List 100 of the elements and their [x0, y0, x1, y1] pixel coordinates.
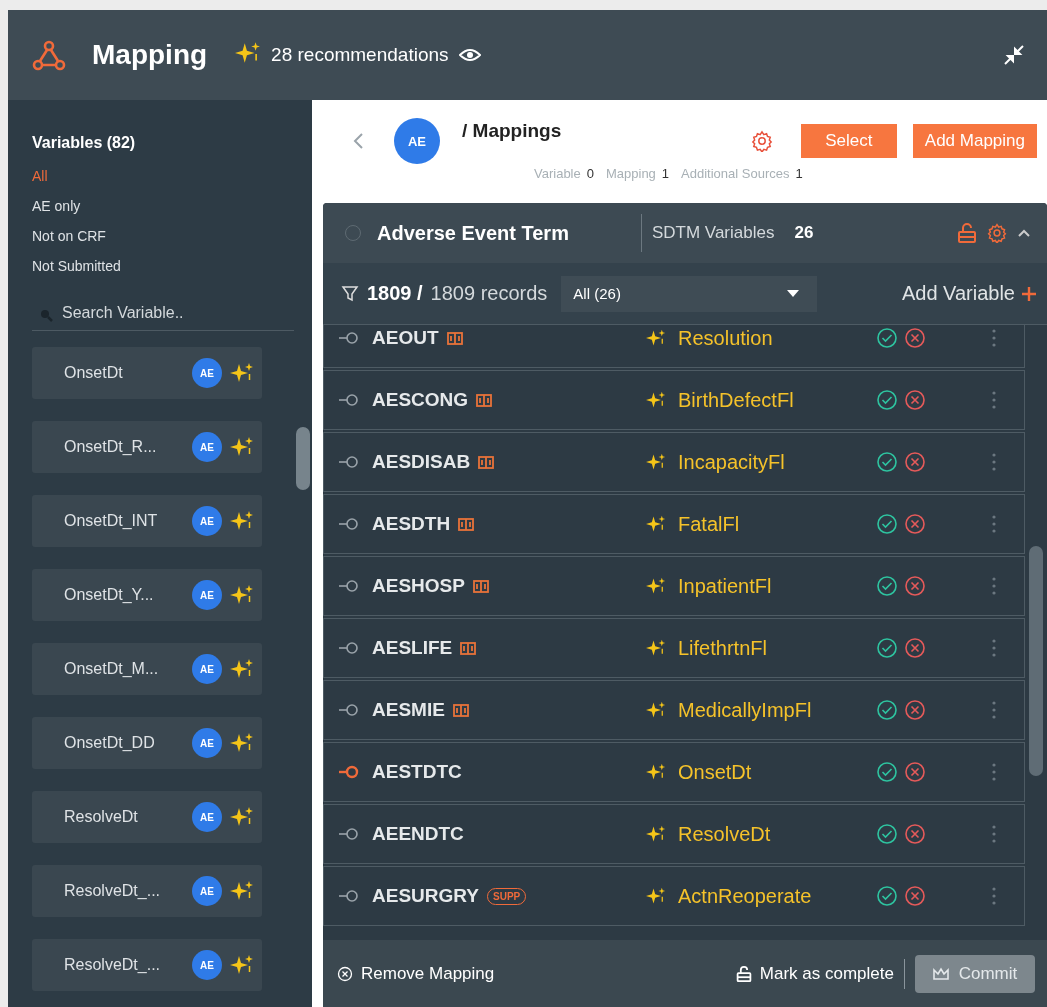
domain-badge: AE [192, 802, 222, 832]
accept-icon[interactable] [876, 637, 898, 659]
more-icon[interactable] [992, 763, 996, 781]
breadcrumb: / Mappings [462, 120, 562, 142]
source-variable: AESMIE [372, 699, 445, 721]
unlock-icon [735, 964, 752, 983]
reject-icon[interactable] [904, 885, 926, 907]
more-icon[interactable] [992, 515, 996, 533]
mapping-row[interactable]: AESDISAB IncapacityFl [323, 432, 1025, 492]
domain-badge: AE [192, 728, 222, 758]
accept-icon[interactable] [876, 823, 898, 845]
domain-badge: AE [192, 580, 222, 610]
source-variable: AESHOSP [372, 575, 465, 597]
filter-option[interactable]: AE only [32, 198, 312, 214]
stat-value: 0 [586, 166, 594, 181]
domain-badge: AE [192, 506, 222, 536]
target-variable: InpatientFl [678, 574, 772, 598]
variable-item[interactable]: ResolveDt_... AE [32, 939, 262, 991]
book-icon [452, 703, 469, 717]
reject-icon[interactable] [904, 575, 926, 597]
search-field[interactable]: Search Variable.. [32, 298, 294, 331]
reject-icon[interactable] [904, 761, 926, 783]
mapping-row[interactable]: AESLIFE LifethrtnFl [323, 618, 1025, 678]
scrollbar-thumb[interactable] [1029, 546, 1043, 776]
settings-icon[interactable] [987, 223, 1007, 243]
variable-name: OnsetDt_DD [64, 734, 156, 752]
accept-icon[interactable] [876, 699, 898, 721]
source-variable: AESDTH [372, 513, 451, 535]
search-icon [40, 309, 53, 322]
mapping-row[interactable]: AESHOSP InpatientFl [323, 556, 1025, 616]
eye-icon[interactable] [458, 48, 481, 62]
accept-icon[interactable] [876, 575, 898, 597]
remove-mapping-button[interactable]: Remove Mapping [337, 963, 495, 984]
record-total: 1809 records [430, 282, 548, 305]
book-icon [472, 579, 489, 593]
accept-icon[interactable] [876, 327, 898, 349]
filter-option[interactable]: All [32, 168, 312, 184]
scrollbar-thumb[interactable] [296, 427, 310, 490]
book-icon [478, 455, 495, 469]
sparkle-icon [646, 576, 666, 596]
target-variable: ResolveDt [678, 822, 771, 846]
mapping-row[interactable]: AESMIE MedicallyImpFl [323, 680, 1025, 740]
stat-value: 1 [661, 166, 670, 181]
chevron-up-icon[interactable] [1017, 228, 1031, 238]
variable-item[interactable]: OnsetDt_R... AE [32, 421, 262, 473]
variable-item[interactable]: OnsetDt AE [32, 347, 262, 399]
variable-name: OnsetDt_M... [64, 660, 160, 678]
variable-item[interactable]: OnsetDt_Y... AE [32, 569, 262, 621]
more-icon[interactable] [992, 391, 996, 409]
source-variable: AESTDTC [372, 761, 462, 783]
accept-icon[interactable] [876, 451, 898, 473]
filter-option[interactable]: Not on CRF [32, 228, 312, 244]
reject-icon[interactable] [904, 637, 926, 659]
mapping-row[interactable]: AESTDTC OnsetDt [323, 742, 1025, 802]
reject-icon[interactable] [904, 389, 926, 411]
more-icon[interactable] [992, 887, 996, 905]
accept-icon[interactable] [876, 389, 898, 411]
collapse-icon[interactable] [1003, 44, 1025, 66]
variable-item[interactable]: OnsetDt_M... AE [32, 643, 262, 695]
mapping-row[interactable]: AESDTH FatalFl [323, 494, 1025, 554]
target-variable: ActnReoperate [678, 884, 812, 908]
reject-icon[interactable] [904, 823, 926, 845]
mapping-row[interactable]: AEOUT Resolution [323, 325, 1025, 368]
more-icon[interactable] [992, 639, 996, 657]
reject-icon[interactable] [904, 513, 926, 535]
domain-avatar: AE [394, 118, 440, 164]
add-variable-button[interactable]: Add Variable [901, 282, 1037, 305]
sdtm-label: SDTM Variables [651, 223, 775, 243]
mapping-row[interactable]: AEENDTC ResolveDt [323, 804, 1025, 864]
variable-item[interactable]: OnsetDt_DD AE [32, 717, 262, 769]
back-icon[interactable] [352, 132, 364, 150]
caret-icon [787, 290, 800, 297]
variable-item[interactable]: ResolveDt AE [32, 791, 262, 843]
more-icon[interactable] [992, 453, 996, 471]
accept-icon[interactable] [876, 761, 898, 783]
settings-icon[interactable] [750, 130, 773, 152]
more-icon[interactable] [992, 701, 996, 719]
accept-icon[interactable] [876, 885, 898, 907]
mapping-row[interactable]: AESCONG BirthDefectFl [323, 370, 1025, 430]
unlock-icon[interactable] [957, 222, 977, 244]
reject-icon[interactable] [904, 327, 926, 349]
more-icon[interactable] [992, 329, 996, 347]
reject-icon[interactable] [904, 451, 926, 473]
mapping-row[interactable]: AESURGRY SUPP ActnReoperate [323, 866, 1025, 926]
more-icon[interactable] [992, 577, 996, 595]
accept-icon[interactable] [876, 513, 898, 535]
mark-complete-button[interactable]: Mark as complete [735, 963, 894, 984]
crown-icon [932, 966, 949, 981]
reject-icon[interactable] [904, 699, 926, 721]
book-icon [476, 393, 493, 407]
plus-icon [1021, 285, 1037, 302]
variable-item[interactable]: OnsetDt_INT AE [32, 495, 262, 547]
more-icon[interactable] [992, 825, 996, 843]
variable-item[interactable]: ResolveDt_... AE [32, 865, 262, 917]
domain-badge: AE [192, 876, 222, 906]
variable-name: OnsetDt_Y... [64, 586, 155, 604]
filter-icon[interactable] [341, 284, 359, 303]
filter-option[interactable]: Not Submitted [32, 258, 312, 274]
variable-name: ResolveDt [64, 808, 139, 826]
variable-dropdown[interactable]: All (26) [561, 275, 818, 312]
